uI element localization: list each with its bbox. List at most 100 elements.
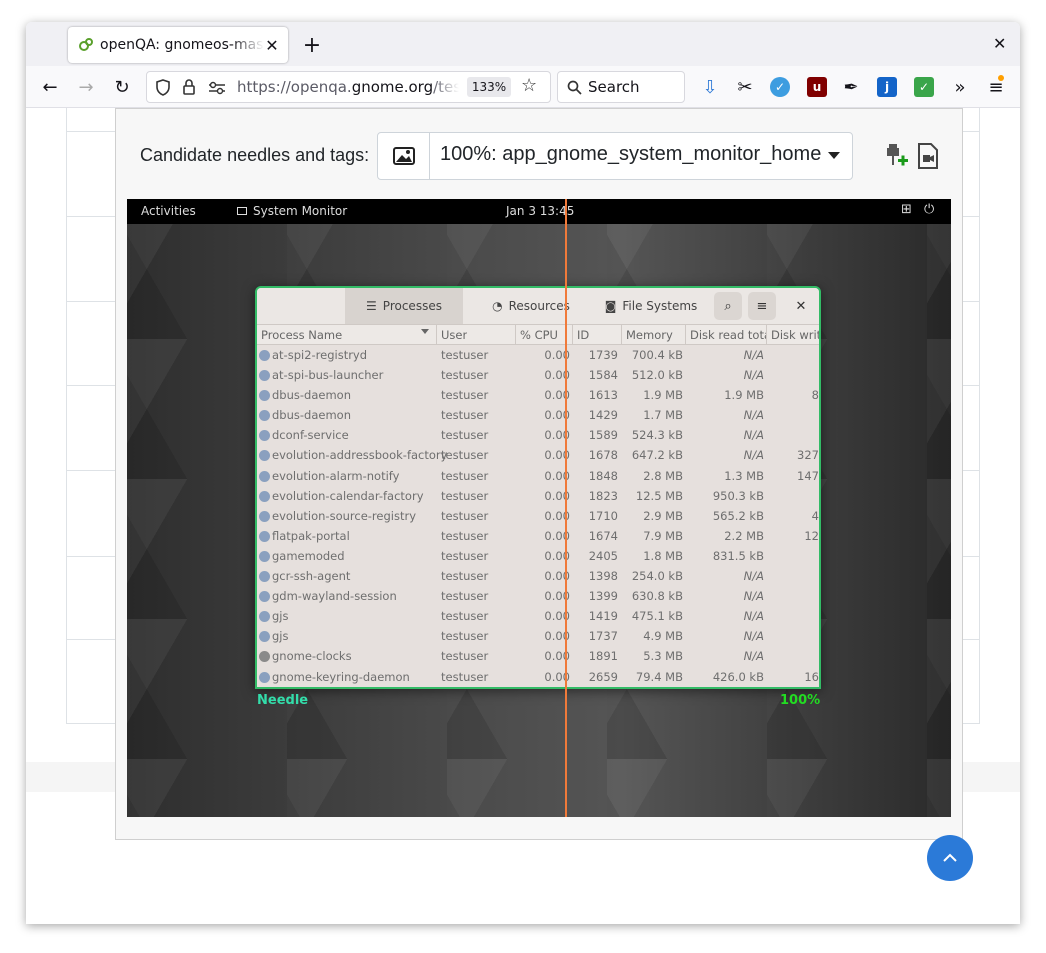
needle-label: Needle xyxy=(257,693,309,708)
ublock-icon[interactable]: u xyxy=(807,77,827,97)
match-percentage: 100% xyxy=(780,693,821,708)
memory-cell: 512.0 kB xyxy=(631,368,683,383)
scroll-to-top-button[interactable] xyxy=(927,835,973,881)
id-cell: 1737 xyxy=(588,629,618,644)
table-row[interactable]: evolution-calendar-factory testuser 0.00 18… xyxy=(257,486,819,506)
col-cpu[interactable]: % CPU xyxy=(520,328,558,342)
candidate-needles-label: Candidate needles and tags: xyxy=(140,145,370,165)
create-needle-icon[interactable] xyxy=(884,143,908,169)
id-cell: 1399 xyxy=(588,589,618,604)
extension-check-icon[interactable]: ✓ xyxy=(914,77,934,97)
table-row[interactable]: gnome-keyring-daemon testuser 0.00 2659 79.4… xyxy=(257,667,819,687)
column-separator xyxy=(572,325,573,345)
user-cell: testuser xyxy=(441,428,489,443)
url-suffix: /tests/ xyxy=(433,78,459,96)
needle-select[interactable]: 100%: app_gnome_system_monitor_home xyxy=(429,132,853,180)
id-cell: 1848 xyxy=(588,468,618,483)
sort-arrow-icon xyxy=(421,329,429,334)
bookmark-star-icon[interactable]: ☆ xyxy=(521,75,537,96)
close-button[interactable]: ✕ xyxy=(787,292,815,320)
tab-close-icon[interactable]: ✕ xyxy=(264,36,280,55)
table-row[interactable]: at-spi-bus-launcher testuser 0.00 1584 512.0… xyxy=(257,365,819,385)
lock-icon[interactable] xyxy=(182,79,196,96)
process-name-cell: gnome-clocks xyxy=(272,649,352,664)
col-id[interactable]: ID xyxy=(577,328,589,342)
process-name-cell: dbus-daemon xyxy=(272,388,351,403)
window-close-icon[interactable]: ✕ xyxy=(993,34,1006,53)
col-memory[interactable]: Memory xyxy=(626,328,673,342)
table-row[interactable]: gdm-wayland-session testuser 0.00 1399 630.8… xyxy=(257,586,819,606)
process-name-cell: evolution-source-registry xyxy=(272,508,416,523)
table-row[interactable]: at-spi2-registryd testuser 0.00 1739 700.4 k… xyxy=(257,345,819,365)
disk-write-cell: 8 xyxy=(811,388,819,403)
table-row[interactable]: flatpak-portal testuser 0.00 1674 7.9 MB 2.2 … xyxy=(257,526,819,546)
memory-cell: 5.3 MB xyxy=(643,649,683,664)
video-file-icon[interactable] xyxy=(916,143,940,169)
id-cell: 1678 xyxy=(588,448,618,463)
user-cell: testuser xyxy=(441,468,489,483)
process-icon xyxy=(259,571,270,583)
table-row[interactable]: gnome-clocks testuser 0.00 1891 5.3 MB N/A xyxy=(257,646,819,666)
table-row[interactable]: dbus-daemon testuser 0.00 1613 1.9 MB 1.9 MB 8 xyxy=(257,385,819,405)
user-cell: testuser xyxy=(441,629,489,644)
downloads-icon[interactable]: ⇩ xyxy=(697,74,723,100)
table-row[interactable]: evolution-alarm-notify testuser 0.00 1848 2.… xyxy=(257,466,819,486)
table-row[interactable]: evolution-source-registry testuser 0.00 171… xyxy=(257,506,819,526)
process-name-cell: gjs xyxy=(272,609,289,624)
user-cell: testuser xyxy=(441,488,489,503)
disk-read-cell: N/A xyxy=(743,629,764,644)
search-button[interactable]: ⌕ xyxy=(714,292,742,320)
url-bar[interactable]: https://openqa.gnome.org/tests/ 133% ☆ xyxy=(146,71,551,103)
tab-processes[interactable]: ☰ Processes xyxy=(345,288,463,324)
disk-write-cell: 12 xyxy=(804,528,819,543)
pin-extension-icon[interactable]: ✒ xyxy=(838,74,864,100)
close-icon: ✕ xyxy=(795,298,807,314)
shield-icon[interactable] xyxy=(155,79,171,97)
app-menu-icon[interactable]: ≡ xyxy=(983,74,1009,100)
reload-icon[interactable]: ↻ xyxy=(109,74,135,100)
new-tab-icon[interactable]: + xyxy=(301,33,323,58)
table-row[interactable]: gjs testuser 0.00 1737 4.9 MB N/A xyxy=(257,626,819,646)
table-row[interactable]: gamemoded testuser 0.00 2405 1.8 MB 831.5 kB xyxy=(257,546,819,566)
back-icon[interactable]: ← xyxy=(37,74,63,100)
image-toggle-button[interactable] xyxy=(377,132,430,180)
process-icon xyxy=(259,591,270,603)
zoom-level[interactable]: 133% xyxy=(467,77,511,97)
id-cell: 1823 xyxy=(588,488,618,503)
needle-screenshot[interactable]: Activities System Monitor Jan 3 13:45 ⊞ … xyxy=(127,199,951,817)
disk-write-cell: 147 xyxy=(797,468,819,483)
memory-cell: 1.8 MB xyxy=(643,548,683,563)
table-row[interactable]: dbus-daemon testuser 0.00 1429 1.7 MB N/A xyxy=(257,405,819,425)
id-cell: 2405 xyxy=(588,548,618,563)
table-row[interactable]: gjs testuser 0.00 1419 475.1 kB N/A xyxy=(257,606,819,626)
table-row[interactable]: dconf-service testuser 0.00 1589 524.3 kB N/A xyxy=(257,425,819,445)
disk-read-cell: N/A xyxy=(743,609,764,624)
col-process-name[interactable]: Process Name xyxy=(261,328,342,342)
disk-read-cell: 831.5 kB xyxy=(712,548,764,563)
extension-j-icon[interactable]: j xyxy=(877,77,897,97)
id-cell: 1589 xyxy=(588,428,618,443)
col-disk-read[interactable]: Disk read tota xyxy=(690,328,766,342)
table-row[interactable]: gcr-ssh-agent testuser 0.00 1398 254.0 kB N/A xyxy=(257,566,819,586)
tab-resources[interactable]: ◔ Resources xyxy=(471,288,591,324)
comparison-divider[interactable] xyxy=(565,199,567,817)
table-row[interactable]: evolution-addressbook-factory testuser 0.0… xyxy=(257,445,819,465)
process-name-cell: flatpak-portal xyxy=(272,528,350,543)
process-icon xyxy=(259,611,270,623)
tab-file-systems[interactable]: ◙ File Systems xyxy=(591,288,711,324)
tab-processes-label: Processes xyxy=(382,299,442,313)
col-user[interactable]: User xyxy=(441,328,467,342)
extension-bird-icon[interactable]: ✓ xyxy=(770,77,790,97)
forward-icon[interactable]: → xyxy=(73,74,99,100)
hamburger-menu-button[interactable]: ≡ xyxy=(748,292,776,320)
col-disk-write[interactable]: Disk writ xyxy=(771,328,819,342)
permissions-icon[interactable] xyxy=(208,81,226,95)
browser-tab[interactable]: openQA: gnomeos-maste ✕ xyxy=(68,27,288,63)
screenshot-tool-icon[interactable]: ✂ xyxy=(732,74,758,100)
search-input[interactable]: Search xyxy=(557,71,685,103)
overflow-menu-icon[interactable]: » xyxy=(947,74,973,100)
disk-write-cell: 327 xyxy=(797,448,819,463)
tab-resources-label: Resources xyxy=(508,299,570,313)
process-icon xyxy=(259,370,270,382)
process-name-cell: evolution-calendar-factory xyxy=(272,488,424,503)
